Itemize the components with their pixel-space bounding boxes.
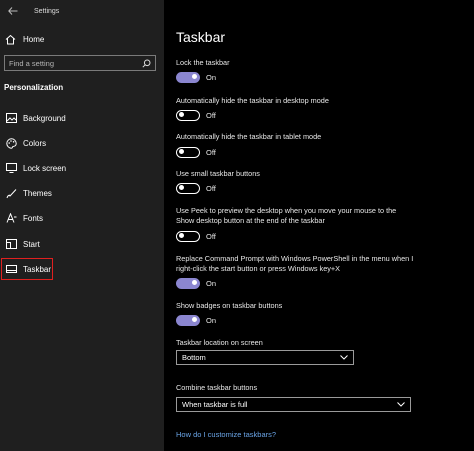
setting-label-badges: Show badges on taskbar buttons (176, 301, 283, 310)
sidebar-item-themes[interactable]: Themes (2, 184, 152, 202)
sidebar-item-label: Background (23, 113, 66, 123)
nav-home-label: Home (23, 34, 45, 44)
sidebar-item-label: Taskbar (23, 264, 52, 274)
setting-label-lock-taskbar: Lock the taskbar (176, 58, 230, 67)
toggle-knob (192, 280, 197, 285)
toggle-knob (192, 74, 197, 79)
toggle-row-badges: On (176, 314, 216, 326)
sidebar-item-label: Lock screen (23, 163, 67, 173)
combine-value: When taskbar is full (182, 400, 248, 409)
combine-label: Combine taskbar buttons (176, 383, 258, 392)
toggle-autohide-tablet[interactable] (176, 146, 200, 158)
toggle-knob (179, 112, 184, 117)
toggle-row-powershell: On (176, 277, 216, 289)
toggle-state: Off (206, 110, 216, 120)
sidebar-item-background[interactable]: Background (2, 109, 152, 127)
setting-label-peek: Use Peek to preview the desktop when you… (176, 206, 397, 225)
home-icon (4, 33, 16, 45)
settings-window: Settings Home Personalization Background (0, 0, 474, 451)
sidebar-item-fonts[interactable]: Fonts (2, 209, 152, 227)
toggle-badges[interactable] (176, 314, 200, 326)
start-icon (5, 238, 17, 250)
toggle-lock-taskbar[interactable] (176, 71, 200, 83)
page-title: Taskbar (176, 29, 226, 45)
toggle-autohide-desktop[interactable] (176, 109, 200, 121)
toggle-knob (179, 185, 184, 190)
taskbar-icon (5, 263, 17, 275)
toggle-small-buttons[interactable] (176, 182, 200, 194)
sidebar-item-lock-screen[interactable]: Lock screen (2, 159, 152, 177)
combine-dropdown[interactable]: When taskbar is full (176, 397, 411, 412)
chevron-down-icon (397, 401, 405, 409)
sidebar-item-taskbar[interactable]: Taskbar (1, 258, 53, 280)
toggle-state: Off (206, 231, 216, 241)
sidebar-item-label: Start (23, 239, 40, 249)
setting-label-small-buttons: Use small taskbar buttons (176, 169, 260, 178)
search-input[interactable] (9, 58, 141, 68)
palette-icon (5, 137, 17, 149)
toggle-state: On (206, 72, 217, 82)
sidebar-item-label: Fonts (23, 213, 44, 223)
toggle-powershell[interactable] (176, 277, 200, 289)
toggle-peek[interactable] (176, 230, 200, 242)
toggle-state: Off (206, 183, 216, 193)
search-box[interactable] (4, 55, 156, 71)
toggle-state: On (206, 278, 217, 288)
setting-label-powershell: Replace Command Prompt with Windows Powe… (176, 254, 414, 273)
nav-home[interactable]: Home (4, 31, 160, 47)
help-link[interactable]: How do I customize taskbars? (176, 430, 276, 439)
search-icon[interactable] (141, 58, 151, 68)
location-label: Taskbar location on screen (176, 338, 263, 347)
toggle-knob (179, 233, 184, 238)
toggle-row-autohide-desktop: Off (176, 109, 216, 121)
toggle-row-autohide-tablet: Off (176, 146, 216, 158)
lock-screen-icon (5, 162, 17, 174)
toggle-state: Off (206, 147, 216, 157)
toggle-knob (192, 317, 197, 322)
location-dropdown[interactable]: Bottom (176, 350, 354, 365)
toggle-row-peek: Off (176, 230, 216, 242)
setting-label-autohide-desktop: Automatically hide the taskbar in deskto… (176, 96, 329, 105)
sidebar-item-label: Colors (23, 138, 47, 148)
sidebar: Settings Home Personalization Background (0, 0, 164, 451)
sidebar-item-start[interactable]: Start (2, 235, 152, 253)
section-title: Personalization (4, 83, 64, 92)
chevron-down-icon (340, 354, 348, 362)
sidebar-item-colors[interactable]: Colors (2, 134, 152, 152)
sidebar-item-label: Themes (23, 188, 52, 198)
title-bar: Settings (0, 0, 164, 22)
image-icon (5, 112, 17, 124)
toggle-state: On (206, 315, 217, 325)
back-arrow-icon[interactable] (6, 4, 20, 18)
main-content: Taskbar Lock the taskbar On Automaticall… (164, 0, 474, 451)
toggle-knob (179, 149, 184, 154)
location-value: Bottom (182, 353, 206, 362)
brush-icon (5, 187, 17, 199)
toggle-row-small-buttons: Off (176, 182, 216, 194)
toggle-row-lock-taskbar: On (176, 71, 216, 83)
setting-label-autohide-tablet: Automatically hide the taskbar in tablet… (176, 132, 322, 141)
window-title: Settings (34, 7, 60, 15)
font-icon (5, 212, 17, 224)
